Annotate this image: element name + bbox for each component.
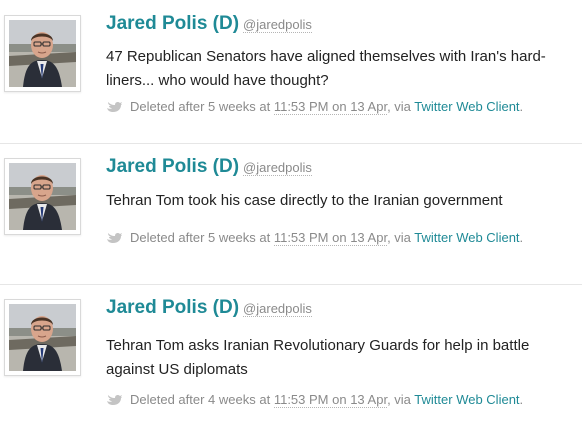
avatar-photo [9, 304, 76, 371]
via-label: , via [387, 392, 411, 407]
timestamp-link[interactable]: 11:53 PM on 13 Apr [273, 230, 388, 246]
tweet-header: Jared Polis (D) @jaredpolis [106, 13, 312, 35]
tweet-meta: Deleted after 5 weeks at 11:53 PM on 13 … [106, 99, 524, 115]
tweet-text: Tehran Tom asks Iranian Revolutionary Gu… [106, 337, 530, 378]
client-link[interactable]: Twitter Web Client [414, 230, 519, 245]
twitter-bird-icon [106, 232, 122, 243]
tweet-text: Tehran Tom took his case directly to the… [106, 192, 503, 209]
avatar[interactable] [4, 299, 81, 376]
client-link[interactable]: Twitter Web Client [414, 392, 519, 407]
tweet-header: Jared Polis (D) @jaredpolis [106, 156, 312, 178]
tweet-item: Jared Polis (D) @jaredpolis Tehran Tom to… [0, 143, 582, 284]
meta-period: . [519, 99, 524, 114]
deleted-tweets-feed: Jared Polis (D) @jaredpolis 47 Republican… [0, 0, 582, 430]
timestamp-link[interactable]: 11:53 PM on 13 Apr [273, 99, 388, 115]
deleted-label: Deleted after 5 weeks at [130, 99, 271, 114]
tweet-meta: Deleted after 4 weeks at 11:53 PM on 13 … [106, 392, 524, 408]
twitter-bird-icon [106, 394, 122, 405]
tweet-header: Jared Polis (D) @jaredpolis [106, 297, 312, 319]
deleted-label: Deleted after 5 weeks at [130, 230, 271, 245]
tweet-item: Jared Polis (D) @jaredpolis 47 Republican… [0, 0, 582, 143]
deleted-label: Deleted after 4 weeks at [130, 392, 271, 407]
author-name[interactable]: Jared Polis (D) [106, 297, 239, 318]
avatar-photo [9, 163, 76, 230]
meta-period: . [519, 230, 524, 245]
via-label: , via [387, 230, 411, 245]
author-handle[interactable]: @jaredpolis [243, 160, 312, 176]
via-label: , via [387, 99, 411, 114]
tweet-text: 47 Republican Senators have aligned them… [106, 48, 546, 89]
author-name[interactable]: Jared Polis (D) [106, 156, 239, 177]
tweet-item: Jared Polis (D) @jaredpolis Tehran Tom as… [0, 284, 582, 430]
avatar-photo [9, 20, 76, 87]
author-handle[interactable]: @jaredpolis [243, 301, 312, 317]
timestamp-link[interactable]: 11:53 PM on 13 Apr [273, 392, 388, 408]
tweet-meta: Deleted after 5 weeks at 11:53 PM on 13 … [106, 230, 524, 246]
client-link[interactable]: Twitter Web Client [414, 99, 519, 114]
meta-period: . [519, 392, 524, 407]
avatar[interactable] [4, 15, 81, 92]
author-name[interactable]: Jared Polis (D) [106, 13, 239, 34]
avatar[interactable] [4, 158, 81, 235]
author-handle[interactable]: @jaredpolis [243, 17, 312, 33]
twitter-bird-icon [106, 101, 122, 112]
